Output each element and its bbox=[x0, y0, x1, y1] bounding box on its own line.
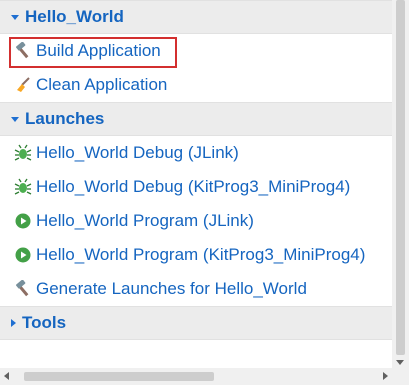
item-label: Hello_World Program (KitProg3_MiniProg4) bbox=[36, 245, 366, 264]
quick-panel: Hello_World Build Application Clean Appl… bbox=[0, 0, 409, 385]
quick-panel-content: Hello_World Build Application Clean Appl… bbox=[0, 0, 393, 368]
item-label: Clean Application bbox=[36, 75, 168, 94]
section-title: Hello_World bbox=[25, 7, 124, 26]
scroll-down-arrow-icon[interactable] bbox=[396, 360, 404, 365]
expand-chevron-down-icon[interactable] bbox=[11, 14, 19, 20]
build-application-link[interactable]: Build Application bbox=[0, 34, 392, 68]
run-play-icon bbox=[14, 246, 32, 264]
section-title: Tools bbox=[22, 313, 67, 332]
vertical-scroll-thumb[interactable] bbox=[396, 0, 405, 355]
launch-debug-jlink-link[interactable]: Hello_World Debug (JLink) bbox=[0, 136, 392, 170]
vertical-scrollbar[interactable] bbox=[392, 0, 409, 368]
generate-launches-link[interactable]: Generate Launches for Hello_World bbox=[0, 272, 392, 306]
section-header-hello-world[interactable]: Hello_World bbox=[0, 0, 392, 34]
clean-application-link[interactable]: Clean Application bbox=[0, 68, 392, 102]
highlight-box bbox=[9, 37, 177, 68]
expand-chevron-right-icon[interactable] bbox=[11, 319, 16, 327]
section-title: Launches bbox=[25, 109, 105, 128]
run-play-icon bbox=[14, 212, 32, 230]
scroll-right-arrow-icon[interactable] bbox=[383, 372, 388, 380]
broom-icon bbox=[14, 76, 32, 94]
item-label: Generate Launches for Hello_World bbox=[36, 279, 307, 298]
item-label: Hello_World Program (JLink) bbox=[36, 211, 254, 230]
debug-bug-icon bbox=[14, 144, 32, 162]
section-header-tools[interactable]: Tools bbox=[0, 306, 392, 340]
scrollbar-corner bbox=[392, 368, 409, 385]
debug-bug-icon bbox=[14, 178, 32, 196]
hammer-icon bbox=[14, 280, 32, 298]
item-label: Hello_World Debug (JLink) bbox=[36, 143, 239, 162]
item-label: Hello_World Debug (KitProg3_MiniProg4) bbox=[36, 177, 351, 196]
launch-program-kitprog-link[interactable]: Hello_World Program (KitProg3_MiniProg4) bbox=[0, 238, 392, 272]
launch-debug-kitprog-link[interactable]: Hello_World Debug (KitProg3_MiniProg4) bbox=[0, 170, 392, 204]
scroll-left-arrow-icon[interactable] bbox=[4, 372, 9, 380]
horizontal-scroll-thumb[interactable] bbox=[24, 372, 214, 381]
expand-chevron-down-icon[interactable] bbox=[11, 116, 19, 122]
launch-program-jlink-link[interactable]: Hello_World Program (JLink) bbox=[0, 204, 392, 238]
horizontal-scrollbar[interactable] bbox=[0, 368, 392, 385]
section-header-launches[interactable]: Launches bbox=[0, 102, 392, 136]
